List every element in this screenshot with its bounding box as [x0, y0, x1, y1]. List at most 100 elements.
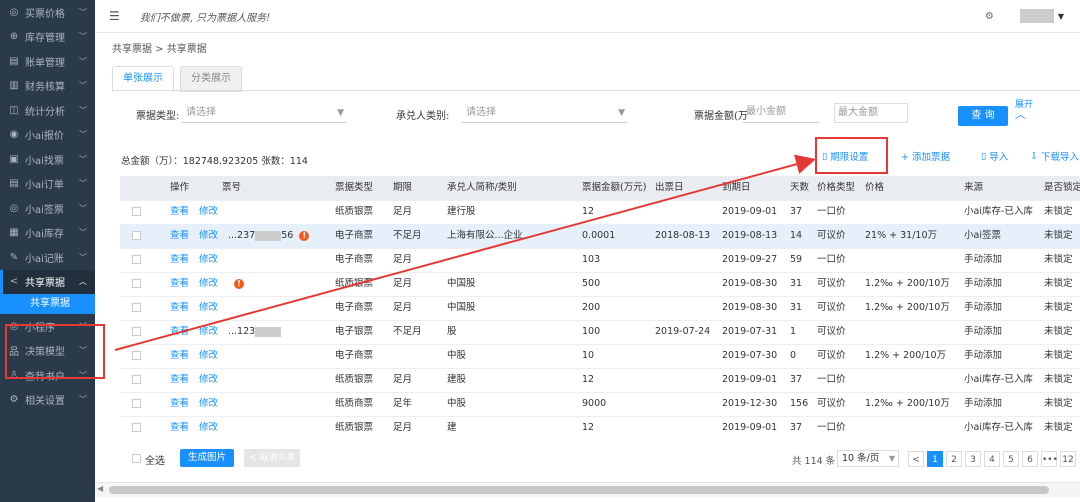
scroll-left-icon[interactable]: ◀ [97, 484, 103, 493]
table-row[interactable]: 查看 修改 纸质商票 足年 中股 9000 2019-12-30 156 可议价 1.2‰ + 2… [120, 392, 1080, 417]
row-checkbox[interactable] [132, 423, 141, 432]
sidebar-item-7[interactable]: ▤ 小ai订单 ﹀ [0, 172, 95, 197]
row-checkbox[interactable] [132, 279, 141, 288]
sidebar-item-3[interactable]: ▥ 财务核算 ﹀ [0, 74, 95, 99]
select-all-checkbox[interactable] [132, 454, 141, 463]
max-amount-input[interactable]: 最大金额 [834, 103, 908, 123]
edit-link[interactable]: 修改 [199, 200, 218, 223]
row-checkbox[interactable] [132, 255, 141, 264]
sidebar-item-6[interactable]: ▣ 小ai找票 ﹀ [0, 147, 95, 172]
query-button[interactable]: 查 询 [958, 106, 1008, 126]
view-link[interactable]: 查看 [170, 200, 189, 223]
sidebar-item-10[interactable]: ✎ 小ai记账 ﹀ [0, 245, 95, 270]
ticket-number: ! [228, 272, 244, 295]
table-row[interactable]: 查看 修改! 纸质银票 足月 中国股 500 2019-08-30 31 可议价 1.2‰ + 2… [120, 272, 1080, 297]
row-checkbox[interactable] [132, 399, 141, 408]
view-link[interactable]: 查看 [170, 320, 189, 343]
edit-link[interactable]: 修改 [199, 272, 218, 295]
page-size-select[interactable]: 10 条/页 ▼ [837, 450, 899, 467]
sidebar-subitem-shared-bills[interactable]: 共享票据 [0, 294, 95, 314]
row-checkbox[interactable] [132, 303, 141, 312]
sidebar: ◎ 买票价格 ﹀ ⊕ 库存管理 ﹀ ▤ 账单管理 ﹀ ▥ 财务核算 ﹀ ◫ 统计分析 ﹀ ◉ 小ai报价 ﹀ ▣ 小a… [0, 0, 95, 502]
row-checkbox[interactable] [132, 351, 141, 360]
edit-link[interactable]: 修改 [199, 368, 218, 391]
view-link[interactable]: 查看 [170, 272, 189, 295]
view-link[interactable]: 查看 [170, 392, 189, 415]
row-checkbox[interactable] [132, 207, 141, 216]
cell-price-type: 可议价 [817, 278, 846, 289]
page-button[interactable]: ••• [1041, 451, 1058, 467]
table-row[interactable]: 查看 修改 电子商票 足月 103 2019-09-27 59 一口价 手动添加 未锁定 [120, 248, 1080, 273]
row-checkbox[interactable] [132, 375, 141, 384]
redacted-block [255, 326, 282, 337]
table-row[interactable]: 查看 修改 电子商票 中股 10 2019-07-30 0 可议价 1.2% + 200/10万… [120, 344, 1080, 369]
page-button[interactable]: 6 [1022, 451, 1038, 467]
avatar[interactable] [1019, 9, 1054, 23]
filter-bar: 票据类型: 请选择 ▼ 承兑人类别: 请选择 ▼ 票据金额(万 最小金额 最大金… [112, 101, 1080, 125]
add-ticket-button[interactable]: + 添加票据 [901, 149, 950, 163]
prev-page-button[interactable]: < [908, 451, 924, 467]
sidebar-item-15[interactable]: ⚙ 相关设置 ﹀ [0, 388, 95, 413]
table-row[interactable]: 查看 修改 ...237 56! 电子商票 不足月 上海有限公...企业 0.0001 2018… [120, 224, 1080, 249]
edit-link[interactable]: 修改 [199, 296, 218, 319]
import-label: 导入 [989, 152, 1009, 163]
page-button[interactable]: 2 [946, 451, 962, 467]
cell-due: 2019-08-30 [722, 302, 778, 313]
table-row[interactable]: 查看 修改 纸质银票 足月 建行股 12 2019-09-01 37 一口价 小ai库存-已入库未… [120, 200, 1080, 225]
edit-link[interactable]: 修改 [199, 416, 218, 436]
menu-toggle-icon[interactable]: ☰ [109, 9, 120, 23]
tab-single[interactable]: 单张展示 [112, 66, 174, 92]
import-button[interactable]: ▯ 导入 [981, 149, 1009, 164]
cancel-share-button[interactable]: < 取消共享 [244, 449, 301, 467]
view-link[interactable]: 查看 [170, 224, 189, 247]
page-button[interactable]: 3 [965, 451, 981, 467]
edit-link[interactable]: 修改 [199, 224, 218, 247]
horizontal-scrollbar[interactable]: ◀ [95, 482, 1080, 497]
cell-type: 电子商票 [335, 230, 374, 241]
page-button[interactable]: 5 [1003, 451, 1019, 467]
edit-link[interactable]: 修改 [199, 344, 218, 367]
min-amount-input[interactable]: 最小金额 [743, 103, 819, 123]
expand-toggle[interactable]: 展开 ︿ [1015, 101, 1033, 121]
sidebar-item-0[interactable]: ◎ 买票价格 ﹀ [0, 0, 95, 25]
chart-icon: ◫ [9, 104, 19, 116]
cell-due: 2019-08-30 [722, 278, 778, 289]
view-link[interactable]: 查看 [170, 248, 189, 271]
download-import-button[interactable]: ⇩ 下载导入 [1030, 149, 1079, 164]
row-checkbox[interactable] [132, 327, 141, 336]
tab-category[interactable]: 分类展示 [180, 66, 242, 92]
edit-link[interactable]: 修改 [199, 320, 218, 343]
sidebar-item-11[interactable]: < 共享票据 ︿ [0, 269, 95, 294]
table-row[interactable]: 查看 修改 电子商票 足月 中国股 200 2019-08-30 31 可议价 1.2‰ + 20… [120, 296, 1080, 321]
cell-due: 2019-09-27 [722, 254, 778, 265]
acceptor-select[interactable]: 请选择 ▼ [462, 103, 627, 123]
page-button[interactable]: 4 [984, 451, 1000, 467]
scrollbar-thumb[interactable] [109, 486, 1049, 494]
sidebar-item-8[interactable]: ◎ 小ai签票 ﹀ [0, 196, 95, 221]
sidebar-item-4[interactable]: ◫ 统计分析 ﹀ [0, 98, 95, 123]
page-button[interactable]: 12 [1060, 451, 1076, 467]
sidebar-item-1[interactable]: ⊕ 库存管理 ﹀ [0, 25, 95, 50]
top-bar: ☰ 我们不做票, 只为票据人服务! ⚙ ▼ [95, 0, 1080, 33]
type-select[interactable]: 请选择 ▼ [182, 103, 346, 123]
generate-image-button[interactable]: 生成图片 [180, 449, 235, 467]
table-row[interactable]: 查看 修改 纸质银票 足月 建股 12 2019-09-01 37 一口价 小ai库存-已入库 未锁… [120, 368, 1080, 393]
row-checkbox[interactable] [132, 231, 141, 240]
view-link[interactable]: 查看 [170, 416, 189, 436]
sidebar-item-2[interactable]: ▤ 账单管理 ﹀ [0, 49, 95, 74]
edit-link[interactable]: 修改 [199, 392, 218, 415]
edit-link[interactable]: 修改 [199, 248, 218, 271]
table-row[interactable]: 查看 修改 纸质银票 足月 建 12 2019-09-01 37 一口价 小ai库存-已入库 未锁定 [120, 416, 1080, 436]
gear-icon[interactable]: ⚙ [985, 11, 994, 22]
sidebar-item-5[interactable]: ◉ 小ai报价 ﹀ [0, 123, 95, 148]
cell-lock: 未锁定 [1044, 230, 1073, 241]
view-link[interactable]: 查看 [170, 296, 189, 319]
view-link[interactable]: 查看 [170, 368, 189, 391]
view-link[interactable]: 查看 [170, 344, 189, 367]
table-row[interactable]: 查看 修改 ...123 电子银票 不足月 股 100 2019-07-24 2019-07-3… [120, 320, 1080, 345]
cell-amount: 12 [582, 374, 595, 385]
sidebar-item-label: 小ai记账 [25, 253, 64, 265]
caret-down-icon[interactable]: ▼ [1058, 12, 1064, 21]
sidebar-item-9[interactable]: ▦ 小ai库存 ﹀ [0, 221, 95, 246]
page-button[interactable]: 1 [927, 451, 943, 467]
